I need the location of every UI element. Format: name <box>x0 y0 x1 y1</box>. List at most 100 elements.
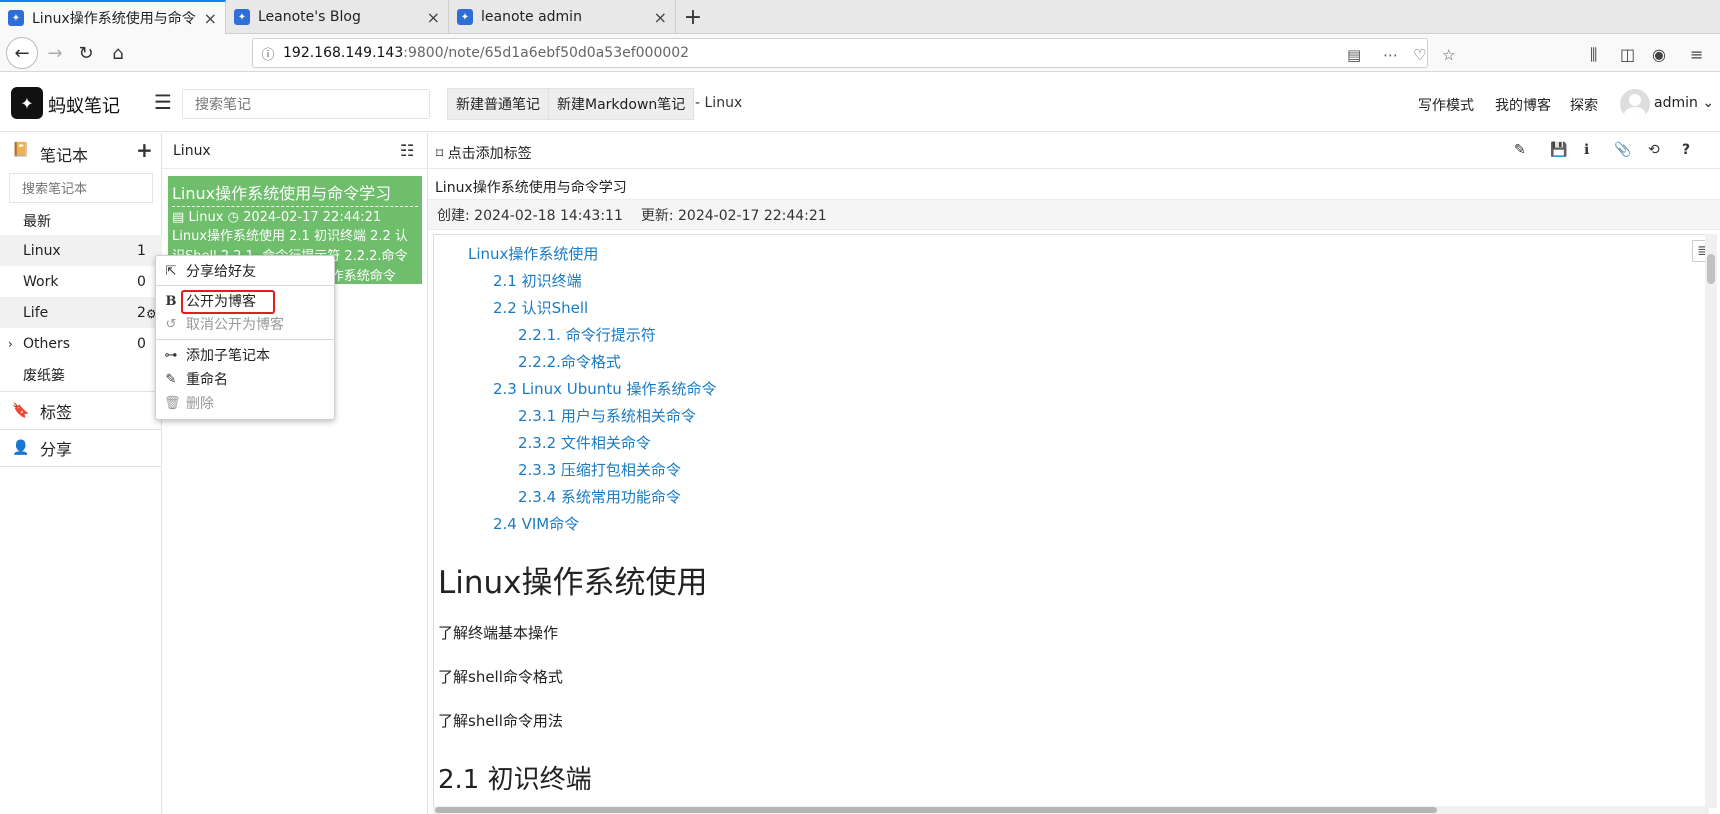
avatar[interactable] <box>1620 89 1650 119</box>
site-info-icon[interactable]: ⓘ <box>253 44 283 63</box>
current-notebook-label: - Linux <box>695 95 743 111</box>
home-icon[interactable]: ⌂ <box>103 38 133 68</box>
notebook-item-work[interactable]: Work 0 <box>0 266 162 297</box>
paragraph: 了解shell命令格式 <box>438 668 563 686</box>
notebook-label: Others <box>23 335 71 352</box>
reload-icon[interactable]: ↻ <box>71 38 101 68</box>
search-note-input[interactable] <box>182 89 430 119</box>
note-time: 2024-02-17 22:44:21 <box>243 210 382 225</box>
back-icon[interactable]: ← <box>6 37 38 69</box>
notebook-item-latest[interactable]: 最新 <box>0 205 162 236</box>
attachment-icon[interactable]: 📎 <box>1614 142 1631 158</box>
menu-toggle-icon[interactable]: ☰ <box>154 90 172 114</box>
delete-menu-item[interactable]: 🗑 删除 <box>156 391 334 415</box>
notebook-label: Life <box>23 304 49 321</box>
new-normal-note-button[interactable]: 新建普通笔记 <box>447 88 549 120</box>
notebook-item-life[interactable]: Life 2 <box>0 297 162 328</box>
browser-tab-active[interactable]: ✦ Linux操作系统使用与命令学习 × <box>0 0 226 34</box>
share-title: 分享 <box>40 440 73 459</box>
url-bar[interactable]: ⓘ 192.168.149.143:9800/note/65d1a6ebf50d… <box>252 38 1455 68</box>
toc-link[interactable]: 2.3.3 压缩打包相关命令 <box>518 459 681 480</box>
scroll-thumb[interactable] <box>435 807 1437 813</box>
info-icon[interactable]: ℹ <box>1584 142 1589 158</box>
bookmark-star-icon[interactable]: ☆ <box>1442 46 1455 64</box>
notebook-icon: 📔 <box>12 142 30 158</box>
browser-tab-blog[interactable]: ✦ Leanote's Blog × <box>226 0 449 34</box>
pocket-icon[interactable]: ♡ <box>1413 46 1426 64</box>
toc-link[interactable]: 2.2 认识Shell <box>493 297 588 318</box>
browser-tab-bar: ✦ Linux操作系统使用与命令学习 × ✦ Leanote's Blog × … <box>0 0 1720 34</box>
browser-tab-admin[interactable]: ✦ leanote admin × <box>449 0 676 34</box>
note-content[interactable]: Linux操作系统使用 2.1 初识终端 2.2 认识Shell 2.2.1. … <box>433 234 1709 808</box>
sidebar-toggle-icon[interactable]: ◫ <box>1620 45 1635 64</box>
undo-icon: ↺ <box>165 316 177 332</box>
toc-link[interactable]: 2.4 VIM命令 <box>493 513 579 534</box>
notebook-label: 最新 <box>23 213 51 230</box>
toc-link[interactable]: 2.3 Linux Ubuntu 操作系统命令 <box>493 378 716 399</box>
unpublish-blog-menu-item[interactable]: ↺ 取消公开为博客 <box>156 312 334 336</box>
reader-view-icon[interactable]: ▤ <box>1347 46 1361 64</box>
user-name: admin <box>1654 95 1698 111</box>
menu-label: 删除 <box>186 396 214 412</box>
toc-link[interactable]: 2.1 初识终端 <box>493 270 582 291</box>
toc-link[interactable]: 2.2.1. 命令行提示符 <box>518 324 656 345</box>
new-tab-button[interactable]: + <box>678 0 708 34</box>
leanote-logo-icon[interactable]: ✦ <box>11 87 43 119</box>
editor-toolbar: ⌑ 点击添加标签 ✎ 💾 ℹ 📎 ⟲ ? <box>428 133 1720 169</box>
library-icon[interactable]: ⫼ <box>1590 45 1597 65</box>
tag-icon: ⌑ <box>436 146 444 162</box>
tags-section[interactable]: 🔖 标签 <box>0 391 162 429</box>
notebook-count: 1 <box>137 242 146 259</box>
forward-icon[interactable]: → <box>40 38 70 68</box>
menu-divider <box>156 285 334 286</box>
hamburger-menu-icon[interactable]: ≡ <box>1690 45 1703 64</box>
toc-link[interactable]: 2.3.4 系统常用功能命令 <box>518 486 681 507</box>
toc-link[interactable]: 2.3.2 文件相关命令 <box>518 432 651 453</box>
created-date: 创建: 2024-02-18 14:43:11 <box>437 207 623 224</box>
notebook-count: 0 <box>137 335 146 352</box>
scroll-thumb[interactable] <box>1707 254 1715 284</box>
user-menu[interactable]: admin ⌄ <box>1654 95 1714 111</box>
bold-b-icon: B <box>165 293 177 309</box>
close-tab-icon[interactable]: × <box>654 8 667 27</box>
writing-mode-link[interactable]: 写作模式 <box>1418 95 1474 115</box>
share-icon: ⇱ <box>165 263 177 279</box>
tab-title: Linux操作系统使用与命令学习 <box>32 11 196 27</box>
add-child-notebook-menu-item[interactable]: ⊶ 添加子笔记本 <box>156 343 334 367</box>
my-blog-link[interactable]: 我的博客 <box>1495 95 1551 115</box>
add-tag-button[interactable]: ⌑ 点击添加标签 <box>436 143 532 163</box>
notebook-header: 📔 笔记本 + <box>0 133 162 169</box>
search-notebook-input[interactable] <box>9 173 153 203</box>
list-view-icon[interactable]: ☷ <box>400 141 414 160</box>
chevron-right-icon[interactable]: › <box>8 337 13 351</box>
note-list-title: Linux <box>173 143 211 159</box>
notebook-item-trash[interactable]: 废纸篓 <box>0 359 162 390</box>
notebook-item-linux[interactable]: Linux 1 <box>0 235 162 266</box>
user-icon: 👤 <box>12 440 30 456</box>
toc-link[interactable]: Linux操作系统使用 <box>468 243 598 264</box>
add-notebook-icon[interactable]: + <box>136 138 153 162</box>
more-actions-icon[interactable]: ⋯ <box>1383 46 1398 64</box>
close-tab-icon[interactable]: × <box>427 8 440 27</box>
toc-link[interactable]: 2.3.1 用户与系统相关命令 <box>518 405 696 426</box>
share-section[interactable]: 👤 分享 <box>0 429 162 467</box>
sitemap-icon: ⊶ <box>164 347 178 363</box>
notebook-item-others[interactable]: › Others 0 <box>0 328 162 359</box>
save-icon[interactable]: 💾 <box>1550 142 1567 158</box>
logo-text[interactable]: 蚂蚁笔记 <box>48 92 120 118</box>
chevron-down-icon: ⌄ <box>1702 95 1715 111</box>
vertical-scrollbar[interactable] <box>1705 234 1717 808</box>
help-icon[interactable]: ? <box>1682 142 1690 158</box>
edit-icon[interactable]: ✎ <box>1514 142 1526 158</box>
horizontal-scrollbar[interactable] <box>433 806 1709 814</box>
explore-link[interactable]: 探索 <box>1570 95 1598 115</box>
new-markdown-note-button[interactable]: 新建Markdown笔记 <box>548 88 695 120</box>
account-icon[interactable]: ◉ <box>1652 45 1666 64</box>
history-icon[interactable]: ⟲ <box>1648 142 1660 158</box>
note-title-field[interactable]: Linux操作系统使用与命令学习 <box>435 177 627 197</box>
close-tab-icon[interactable]: × <box>204 9 217 28</box>
rename-menu-item[interactable]: ✎ 重命名 <box>156 367 334 391</box>
share-friend-menu-item[interactable]: ⇱ 分享给好友 <box>156 259 334 283</box>
menu-label: 添加子笔记本 <box>186 348 270 364</box>
toc-link[interactable]: 2.2.2.命令格式 <box>518 351 621 372</box>
